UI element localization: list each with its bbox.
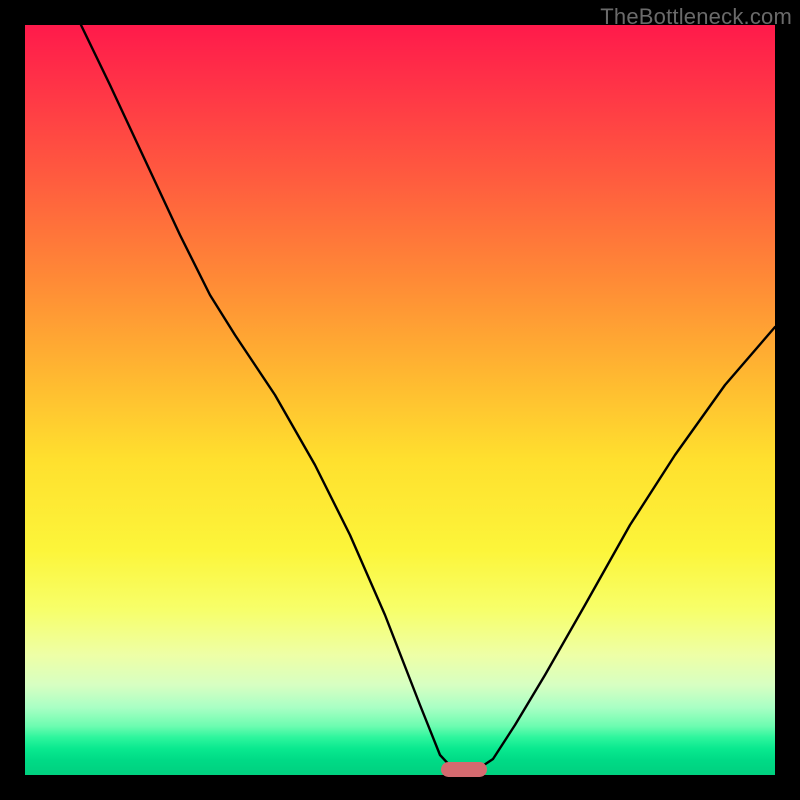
bottleneck-curve <box>25 25 775 775</box>
chart-frame: TheBottleneck.com <box>0 0 800 800</box>
plot-area <box>25 25 775 775</box>
optimal-marker <box>441 762 487 777</box>
watermark-text: TheBottleneck.com <box>600 4 792 30</box>
